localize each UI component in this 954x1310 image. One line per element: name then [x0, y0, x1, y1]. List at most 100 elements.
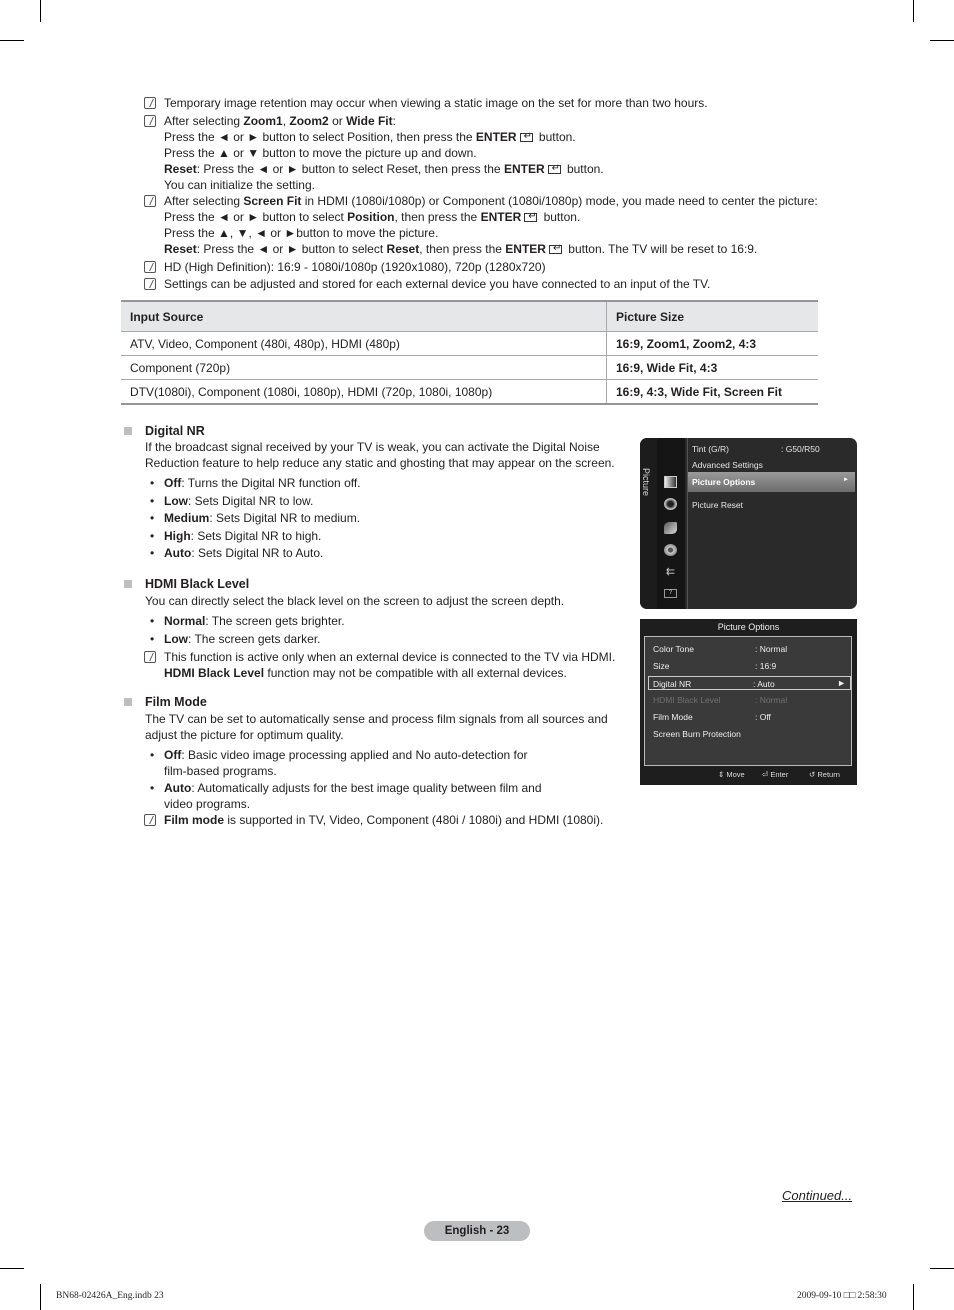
crop-mark — [913, 0, 914, 22]
list-item: • Medium: Sets Digital NR to medium. — [150, 511, 361, 525]
note-text: Reset: Press the ◄ or ► button to select… — [164, 241, 854, 257]
description-line: adjust the picture for optimum quality. — [145, 728, 344, 742]
note-text: Press the ◄ or ► button to select Positi… — [164, 129, 854, 145]
crop-mark — [0, 1268, 24, 1269]
continued-label: Continued... — [782, 1188, 853, 1203]
square-bullet-icon — [124, 698, 132, 706]
hdmi-black-description: You can directly select the black level … — [145, 594, 565, 608]
enter-icon — [519, 129, 533, 145]
note-text: HD (High Definition): 16:9 - 1080i/1080p… — [164, 260, 546, 274]
crop-mark — [40, 1284, 41, 1310]
note-icon — [144, 195, 156, 207]
digital-nr-description: If the broadcast signal received by your… — [145, 439, 635, 471]
square-bullet-icon — [124, 580, 132, 588]
description-line: If the broadcast signal received by your… — [145, 440, 600, 454]
updown-icon: ⇕ — [718, 770, 725, 779]
option-size[interactable]: Size: 16:9 — [649, 659, 847, 673]
sound-icon[interactable] — [664, 498, 677, 510]
menu-item-tint[interactable]: Tint (G/R): G50/R50 — [692, 444, 820, 454]
enter-icon — [547, 161, 561, 177]
support-icon[interactable]: ? — [664, 589, 677, 598]
menu-item-picture-options[interactable]: Picture Options ► — [688, 472, 855, 492]
input-icon[interactable]: ⇇ — [664, 566, 677, 578]
list-item: • Normal: The screen gets brighter. — [150, 614, 345, 628]
note-text: After selecting Zoom1, Zoom2 or Wide Fit… — [164, 114, 396, 128]
list-item: • High: Sets Digital NR to high. — [150, 528, 322, 543]
tv-picture-menu: Picture ⇇ ? Tint (G/R): G50/R50 Advanced… — [640, 438, 857, 609]
enter-icon — [524, 209, 538, 225]
picture-icon[interactable] — [664, 476, 677, 488]
note-text: Press the ▲ or ▼ button to move the pict… — [164, 146, 477, 160]
section-title: HDMI Black Level — [145, 577, 250, 591]
list-item: • Low: Sets Digital NR to low. — [150, 493, 314, 508]
description-line: The TV can be set to automatically sense… — [145, 712, 608, 726]
option-color-tone[interactable]: Color Tone: Normal — [649, 642, 847, 656]
note-text: Press the ▲, ▼, ◄ or ►button to move the… — [164, 226, 439, 240]
option-screen-burn-protection[interactable]: Screen Burn Protection — [649, 727, 847, 741]
hint-enter: ⏎ Enter — [762, 770, 789, 779]
menu-item-picture-reset[interactable]: Picture Reset — [692, 500, 743, 510]
cell-picture-size: 16:9, Wide Fit, 4:3 — [606, 355, 818, 380]
hint-move: ⇕ Move — [718, 770, 745, 779]
setup-gear-icon[interactable] — [664, 544, 677, 556]
table-row: ATV, Video, Component (480i, 480p), HDMI… — [121, 331, 818, 356]
menu-title: Picture Options — [717, 622, 780, 632]
note-text: You can initialize the setting. — [164, 178, 315, 192]
header-picture-size: Picture Size — [606, 300, 818, 332]
arrow-right-icon: ► — [837, 678, 846, 688]
menu-item-advanced-settings[interactable]: Advanced Settings — [692, 460, 763, 470]
return-icon: ↺ — [809, 770, 816, 779]
note: Settings can be adjusted and stored for … — [144, 276, 854, 292]
note-text: Settings can be adjusted and stored for … — [164, 277, 711, 291]
print-timestamp: 2009-09-10 □□ 2:58:30 — [797, 1291, 887, 1301]
section-title: Digital NR — [145, 424, 205, 438]
list-item: • Auto: Automatically adjusts for the bes… — [150, 781, 542, 811]
note-icon — [144, 814, 156, 826]
cell-input-source: Component (720p) — [121, 355, 607, 380]
cell-picture-size: 16:9, 4:3, Wide Fit, Screen Fit — [606, 379, 818, 405]
hint-return: ↺ Return — [809, 770, 840, 779]
page-number: English - 23 — [424, 1221, 530, 1241]
note: Film mode is supported in TV, Video, Com… — [144, 812, 684, 828]
note-icon — [144, 651, 156, 663]
note-icon — [144, 261, 156, 273]
crop-mark — [930, 1268, 954, 1269]
film-mode-description: The TV can be set to automatically sense… — [145, 711, 635, 743]
table-row: Component (720p) 16:9, Wide Fit, 4:3 — [121, 355, 818, 380]
option-film-mode[interactable]: Film Mode: Off — [649, 710, 847, 724]
table-row: DTV(1080i), Component (1080i, 1080p), HD… — [121, 379, 818, 405]
channel-icon[interactable] — [664, 522, 677, 534]
menu-category-label: Picture — [641, 468, 651, 497]
crop-mark — [40, 0, 41, 22]
note-text: Temporary image retention may occur when… — [164, 96, 708, 110]
cell-input-source: DTV(1080i), Component (1080i, 1080p), HD… — [121, 379, 607, 405]
square-bullet-icon — [124, 427, 132, 435]
note-icon — [144, 97, 156, 109]
cell-picture-size: 16:9, Zoom1, Zoom2, 4:3 — [606, 331, 818, 356]
crop-mark — [913, 1284, 914, 1310]
section-title: Film Mode — [145, 695, 207, 709]
note-icon — [144, 115, 156, 127]
list-item: • Low: The screen gets darker. — [150, 632, 321, 646]
cell-input-source: ATV, Video, Component (480i, 480p), HDMI… — [121, 331, 607, 356]
note-icon — [144, 278, 156, 290]
tv-picture-options-menu: Picture Options Color Tone: Normal Size:… — [640, 619, 857, 785]
note: HD (High Definition): 16:9 - 1080i/1080p… — [144, 259, 854, 275]
option-hdmi-black-level: HDMI Black Level: Normal — [653, 695, 788, 705]
enter-icon — [548, 241, 562, 257]
note-text: After selecting Screen Fit in HDMI (1080… — [164, 194, 818, 208]
table-header-row: Input Source Picture Size — [121, 300, 818, 332]
enter-icon: ⏎ — [762, 770, 769, 779]
list-item: • Off: Turns the Digital NR function off. — [150, 476, 361, 490]
note-text: Reset: Press the ◄ or ► button to select… — [164, 161, 854, 177]
arrow-right-icon: ► — [843, 477, 849, 483]
picture-size-table: Input Source Picture Size ATV, Video, Co… — [121, 300, 818, 405]
option-digital-nr[interactable]: Digital NR: Auto ► — [648, 676, 851, 690]
list-item: • Off: Basic video image processing appli… — [150, 748, 528, 778]
crop-mark — [0, 40, 24, 41]
list-item: • Auto: Sets Digital NR to Auto. — [150, 546, 324, 560]
note: After selecting Zoom1, Zoom2 or Wide Fit… — [144, 113, 854, 193]
print-file-info: BN68-02426A_Eng.indb 23 — [56, 1291, 164, 1301]
crop-mark — [930, 40, 954, 41]
description-line: Reduction feature to help reduce any sta… — [145, 456, 615, 470]
